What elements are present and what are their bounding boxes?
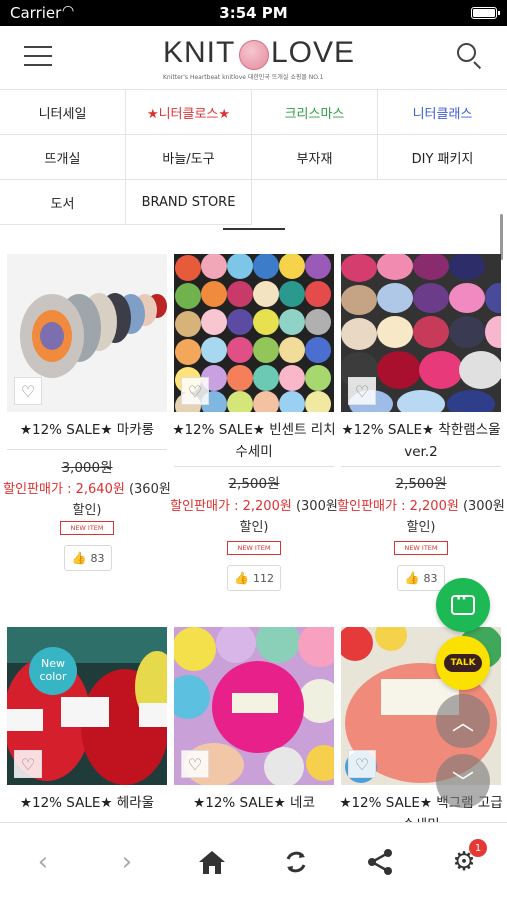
product-name[interactable]: ★12% SALE★ 마카롱: [3, 419, 171, 441]
category-notions[interactable]: 부자재: [252, 135, 378, 180]
chevron-up-icon: ︿: [451, 711, 474, 736]
category-books[interactable]: 도서: [0, 180, 126, 225]
chat-button[interactable]: [436, 578, 490, 632]
category-diy-package[interactable]: DIY 패키지: [378, 135, 507, 180]
heart-icon[interactable]: ♡: [348, 377, 376, 405]
new-item-badge: NEW ITEM: [394, 541, 448, 555]
notification-badge: 1: [469, 839, 487, 857]
battery-icon: [471, 7, 500, 19]
refresh-button[interactable]: [279, 845, 313, 879]
chat-icon: [451, 591, 475, 615]
thumbs-up-icon: 👍: [234, 571, 249, 585]
product-image[interactable]: ♡: [341, 254, 501, 412]
like-button[interactable]: 👍 112: [227, 565, 281, 591]
app-header: KNIT LOVE Knitter's Heartbeat knitlove 대…: [0, 26, 507, 90]
original-price: 2,500원: [395, 476, 447, 492]
category-knitter-class[interactable]: 니터클래스: [378, 90, 507, 135]
logo-text-love: LOVE: [271, 36, 356, 69]
menu-icon[interactable]: [24, 46, 52, 68]
settings-button[interactable]: ⚙ 1: [447, 839, 487, 879]
product-image[interactable]: ♡: [7, 254, 167, 412]
heart-icon[interactable]: ♡: [14, 750, 42, 778]
product-image[interactable]: ♡: [174, 254, 334, 412]
category-knitter-cloth[interactable]: ★니터클로스★: [126, 90, 252, 135]
original-price: 3,000원: [61, 460, 113, 476]
home-icon: [199, 851, 225, 874]
sale-price: 할인판매가 : 2,200원 (300원 할인): [337, 499, 505, 535]
talk-label: TALK: [444, 654, 482, 672]
product-name[interactable]: ★12% SALE★ 빈센트 리치 수세미: [170, 419, 338, 463]
thumbs-up-icon: 👍: [404, 571, 420, 585]
thumbs-up-icon: 👍: [71, 551, 87, 565]
chevron-left-icon: ‹: [37, 847, 49, 877]
share-icon: [368, 849, 392, 875]
heart-icon[interactable]: ♡: [348, 750, 376, 778]
product-image[interactable]: New color ♡: [7, 627, 167, 785]
heart-icon[interactable]: ♡: [14, 377, 42, 405]
search-icon[interactable]: [457, 43, 483, 70]
heart-icon[interactable]: ♡: [181, 377, 209, 405]
category-brand-store[interactable]: BRAND STORE: [126, 180, 252, 225]
product-name[interactable]: ★12% SALE★ 착한램스울 ver.2: [337, 419, 505, 463]
chevron-down-icon: ﹀: [451, 771, 474, 796]
brand-logo[interactable]: KNIT LOVE Knitter's Heartbeat knitlove 대…: [155, 34, 355, 82]
logo-tagline: Knitter's Heartbeat knitlove 대한민국 뜨개실 쇼핑…: [163, 74, 324, 81]
category-christmas[interactable]: 크리스마스: [252, 90, 378, 135]
product-image[interactable]: ♡: [174, 627, 334, 785]
like-button[interactable]: 👍 83: [64, 545, 112, 571]
category-grid: 니터세일 ★니터클로스★ 크리스마스 니터클래스 뜨개실 바늘/도구 부자재 D…: [0, 90, 507, 225]
forward-button[interactable]: ›: [110, 845, 144, 879]
product-name[interactable]: ★12% SALE★ 네코: [170, 792, 338, 814]
category-knitter-sale[interactable]: 니터세일: [0, 90, 126, 135]
original-price: 2,500원: [228, 476, 280, 492]
like-button[interactable]: 👍 83: [397, 565, 445, 591]
product-name[interactable]: ★12% SALE★ 헤라울: [3, 792, 171, 814]
home-button[interactable]: [195, 845, 229, 879]
heart-icon[interactable]: ♡: [181, 750, 209, 778]
back-button[interactable]: ‹: [26, 845, 60, 879]
kakao-talk-button[interactable]: TALK: [436, 636, 490, 690]
yarn-ball-icon: [239, 40, 269, 70]
section-indicator: [223, 228, 285, 230]
scroll-up-button[interactable]: ︿: [436, 694, 490, 748]
scroll-down-button[interactable]: ﹀: [436, 754, 490, 808]
new-color-tag: New color: [29, 647, 77, 695]
share-button[interactable]: [363, 845, 397, 879]
category-needles-tools[interactable]: 바늘/도구: [126, 135, 252, 180]
chevron-right-icon: ›: [121, 847, 133, 877]
status-bar: Carrier ◠ 3:54 PM: [0, 0, 507, 26]
bottom-toolbar: ‹ › ⚙ 1: [0, 822, 507, 900]
new-item-badge: NEW ITEM: [227, 541, 281, 555]
sale-price: 할인판매가 : 2,200원 (300원 할인): [170, 499, 338, 535]
sale-price: 할인판매가 : 2,640원 (360원 할인): [3, 482, 171, 518]
refresh-icon: [286, 851, 306, 873]
category-yarn[interactable]: 뜨개실: [0, 135, 126, 180]
new-item-badge: NEW ITEM: [60, 521, 114, 535]
logo-text-knit: KNIT: [163, 36, 236, 69]
clock: 3:54 PM: [219, 4, 288, 22]
